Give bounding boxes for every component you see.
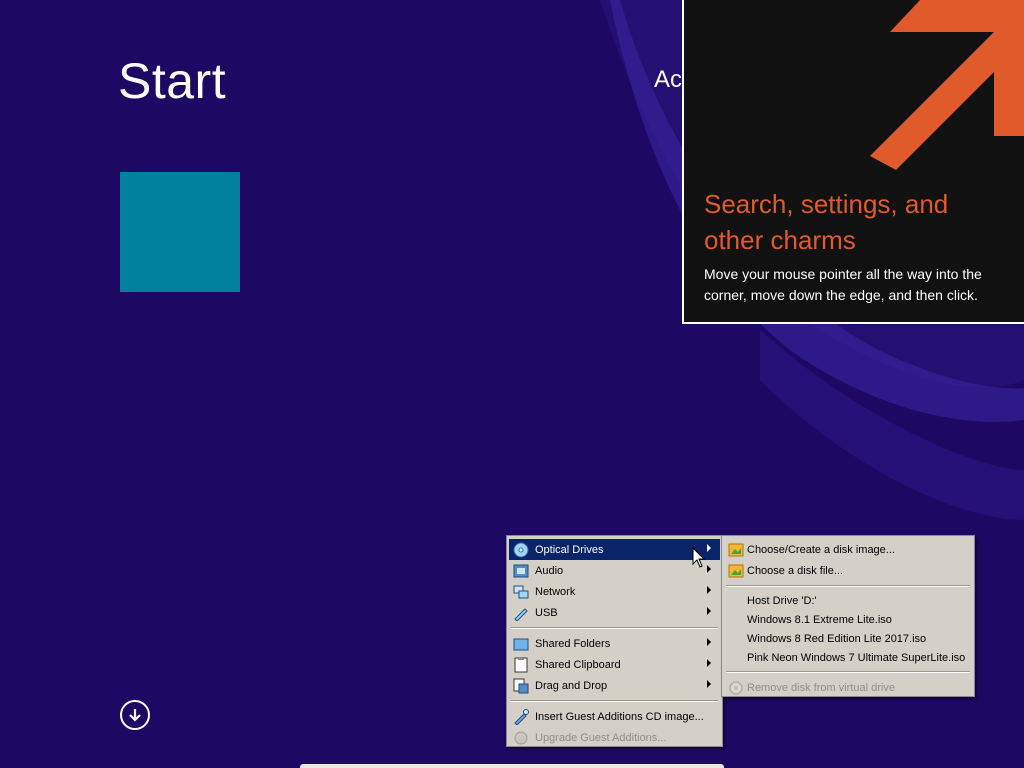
menu-item-iso-1[interactable]: Windows 8.1 Extreme Lite.iso [724, 610, 972, 629]
optical-disc-icon [513, 542, 529, 558]
menu-item-label: Shared Folders [535, 637, 611, 650]
menu-item-insert-guest-additions[interactable]: Insert Guest Additions CD image... [509, 706, 720, 727]
upgrade-icon [514, 731, 528, 745]
menu-item-network[interactable]: Network [509, 581, 720, 602]
menu-item-drag-and-drop[interactable]: Drag and Drop [509, 675, 720, 696]
start-tile[interactable] [120, 172, 240, 292]
menu-item-upgrade-guest-additions[interactable]: Upgrade Guest Additions... [509, 727, 720, 748]
menu-item-host-drive[interactable]: Host Drive 'D:' [724, 591, 972, 610]
menu-item-label: Choose/Create a disk image... [747, 543, 895, 556]
menu-item-label: Windows 8.1 Extreme Lite.iso [747, 613, 892, 626]
menu-item-label: USB [535, 606, 558, 619]
all-apps-button[interactable] [120, 700, 150, 730]
menu-item-label: Pink Neon Windows 7 Ultimate SuperLite.i… [747, 651, 966, 664]
menu-separator [511, 627, 718, 629]
menu-item-label: Network [535, 585, 576, 598]
menu-separator [511, 700, 718, 702]
menu-item-label: Optical Drives [535, 543, 604, 556]
menu-item-optical-drives[interactable]: Optical Drives [509, 539, 720, 560]
menu-item-label: Host Drive 'D:' [747, 594, 817, 607]
optical-drives-submenu: Choose/Create a disk image... Choose a d… [721, 535, 975, 697]
user-name[interactable]: Ac [654, 66, 682, 94]
audio-icon [513, 564, 529, 578]
menu-item-shared-folders[interactable]: Shared Folders [509, 633, 720, 654]
vm-devices-menu: Optical Drives Audio Network USB Shared … [506, 535, 723, 747]
menu-separator [726, 585, 970, 587]
arrow-down-icon [129, 709, 141, 722]
usb-icon [514, 608, 528, 621]
network-icon [513, 585, 529, 599]
menu-item-label: Audio [535, 564, 564, 577]
charm-hint-body: Move your mouse pointer all the way into… [704, 266, 982, 303]
submenu-arrow-icon [707, 659, 711, 667]
remove-disk-icon [729, 681, 743, 695]
menu-item-label: Choose a disk file... [747, 564, 843, 577]
menu-separator [726, 671, 970, 673]
disk-image-icon [728, 543, 744, 557]
menu-item-label: Shared Clipboard [535, 658, 621, 671]
menu-item-iso-2[interactable]: Windows 8 Red Edition Lite 2017.iso [724, 629, 972, 648]
menu-item-choose-disk-file[interactable]: Choose a disk file... [724, 560, 972, 581]
menu-item-label: Insert Guest Additions CD image... [535, 710, 704, 723]
menu-item-remove-disk[interactable]: Remove disk from virtual drive [724, 677, 972, 698]
menu-item-label: Upgrade Guest Additions... [535, 731, 667, 744]
shared-folder-icon [513, 638, 529, 651]
menu-item-audio[interactable]: Audio [509, 560, 720, 581]
disk-file-icon [728, 564, 744, 578]
vm-mini-toolbar[interactable] [300, 764, 724, 768]
charm-hint-heading: Search, settings, and other charms [704, 189, 949, 255]
menu-item-label: Remove disk from virtual drive [747, 681, 895, 694]
menu-item-label: Windows 8 Red Edition Lite 2017.iso [747, 632, 927, 645]
submenu-arrow-icon [707, 607, 711, 615]
corner-arrow-icon [870, 0, 1024, 170]
charms-hint-panel: Search, settings, and other charms Move … [682, 0, 1024, 324]
start-title: Start [118, 53, 227, 109]
menu-item-choose-create-disk-image[interactable]: Choose/Create a disk image... [724, 539, 972, 560]
mouse-pointer-icon [692, 547, 706, 568]
menu-item-usb[interactable]: USB [509, 602, 720, 623]
submenu-arrow-icon [707, 680, 711, 688]
guest-additions-icon [514, 709, 529, 725]
submenu-arrow-icon [707, 586, 711, 594]
submenu-arrow-icon [707, 565, 711, 573]
menu-item-label: Drag and Drop [535, 679, 608, 692]
submenu-arrow-icon [707, 544, 711, 552]
clipboard-icon [514, 657, 528, 673]
submenu-arrow-icon [707, 638, 711, 646]
menu-item-iso-3[interactable]: Pink Neon Windows 7 Ultimate SuperLite.i… [724, 648, 972, 667]
drag-drop-icon [513, 678, 529, 694]
menu-item-shared-clipboard[interactable]: Shared Clipboard [509, 654, 720, 675]
